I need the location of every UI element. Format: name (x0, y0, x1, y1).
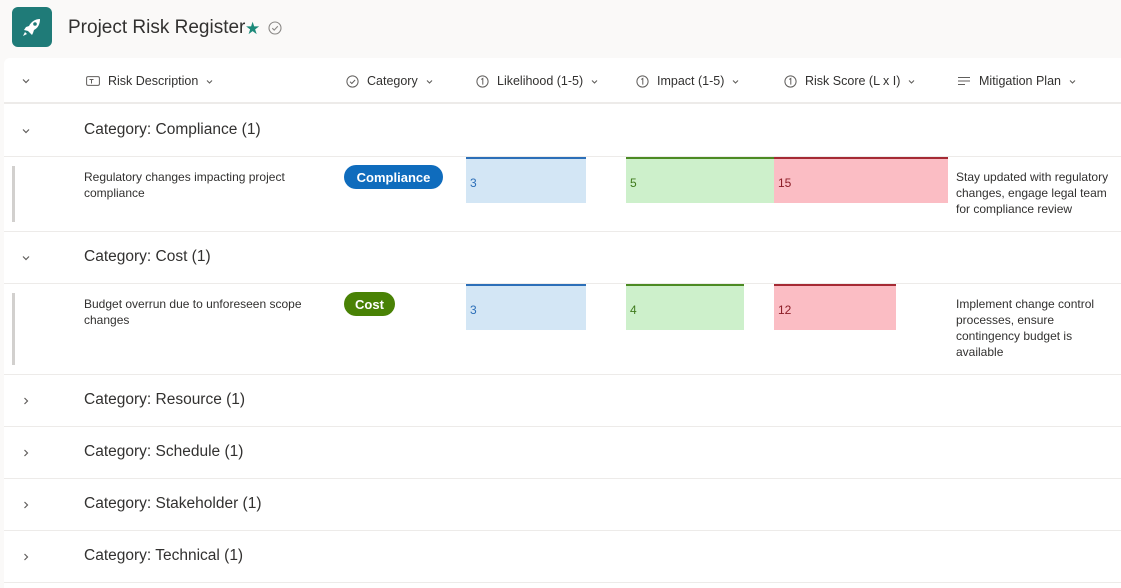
number-icon (636, 74, 649, 88)
column-header-impact[interactable]: Impact (1-5) (636, 74, 740, 88)
column-header-category[interactable]: Category (346, 74, 434, 88)
group-header-resource[interactable]: Category: Resource (1) (4, 375, 1121, 427)
group-label: Category: Schedule (1) (84, 443, 244, 460)
sync-status-icon[interactable] (268, 21, 282, 35)
chevron-down-icon[interactable] (590, 77, 599, 86)
number-icon (784, 74, 797, 88)
column-header-risk-description[interactable]: Risk Description (86, 74, 214, 88)
group-label: Category: Technical (1) (84, 547, 244, 564)
impact-cell[interactable]: 4 (626, 284, 744, 330)
risk-score-cell[interactable]: 15 (774, 157, 948, 203)
group-header-schedule[interactable]: Category: Schedule (1) (4, 427, 1121, 479)
group-label: Category: Stakeholder (1) (84, 495, 262, 512)
chevron-right-icon[interactable] (20, 498, 32, 516)
likelihood-cell[interactable]: 3 (466, 284, 586, 330)
chevron-right-icon[interactable] (20, 550, 32, 568)
group-header-cost[interactable]: Category: Cost (1) (4, 232, 1121, 284)
group-label: Category: Compliance (1) (84, 121, 261, 138)
column-label: Risk Description (108, 74, 199, 88)
mitigation-plan-cell[interactable]: Implement change control processes, ensu… (956, 296, 1118, 360)
group-label: Category: Cost (1) (84, 248, 211, 265)
column-label: Impact (1-5) (657, 74, 725, 88)
category-pill[interactable]: Compliance (344, 165, 443, 189)
column-header-risk-score[interactable]: Risk Score (L x I) (784, 74, 916, 88)
app-header: Project Risk Register ★ (0, 0, 1121, 58)
category-pill[interactable]: Cost (344, 292, 395, 316)
collapse-all-chevron-icon[interactable] (20, 74, 32, 92)
multiline-text-icon (957, 75, 971, 87)
text-field-icon (86, 75, 100, 87)
row-selection-bar[interactable] (12, 293, 15, 365)
column-label: Likelihood (1-5) (497, 74, 584, 88)
row-selection-bar[interactable] (12, 166, 15, 222)
risk-description-cell[interactable]: Regulatory changes impacting project com… (84, 169, 309, 201)
list-title[interactable]: Project Risk Register (68, 17, 245, 39)
column-header-likelihood[interactable]: Likelihood (1-5) (476, 74, 599, 88)
chevron-down-icon[interactable] (907, 77, 916, 86)
number-icon (476, 74, 489, 88)
group-header-stakeholder[interactable]: Category: Stakeholder (1) (4, 479, 1121, 531)
choice-check-icon (346, 74, 359, 88)
chevron-down-icon[interactable] (731, 77, 740, 86)
list-view: Risk Description Category Likelihood (1-… (4, 58, 1121, 588)
likelihood-cell[interactable]: 3 (466, 157, 586, 203)
column-label: Mitigation Plan (979, 74, 1061, 88)
chevron-right-icon[interactable] (20, 446, 32, 464)
chevron-down-icon[interactable] (205, 77, 214, 86)
risk-description-cell[interactable]: Budget overrun due to unforeseen scope c… (84, 296, 309, 328)
rocket-icon[interactable] (12, 7, 52, 47)
column-header-row: Risk Description Category Likelihood (1-… (4, 58, 1121, 104)
table-row[interactable]: Budget overrun due to unforeseen scope c… (4, 284, 1121, 375)
chevron-down-icon[interactable] (1068, 77, 1077, 86)
column-header-mitigation-plan[interactable]: Mitigation Plan (957, 74, 1077, 88)
column-label: Risk Score (L x I) (805, 74, 901, 88)
group-label: Category: Resource (1) (84, 391, 246, 408)
chevron-right-icon[interactable] (20, 394, 32, 412)
table-row[interactable]: Regulatory changes impacting project com… (4, 157, 1121, 232)
risk-score-cell[interactable]: 12 (774, 284, 896, 330)
chevron-down-icon[interactable] (20, 251, 32, 269)
impact-cell[interactable]: 5 (626, 157, 774, 203)
mitigation-plan-cell[interactable]: Stay updated with regulatory changes, en… (956, 169, 1118, 217)
column-label: Category (367, 74, 418, 88)
favorite-star-icon[interactable]: ★ (245, 19, 260, 39)
group-header-compliance[interactable]: Category: Compliance (1) (4, 105, 1121, 157)
group-header-technical[interactable]: Category: Technical (1) (4, 531, 1121, 583)
chevron-down-icon[interactable] (425, 77, 434, 86)
chevron-down-icon[interactable] (20, 124, 32, 142)
